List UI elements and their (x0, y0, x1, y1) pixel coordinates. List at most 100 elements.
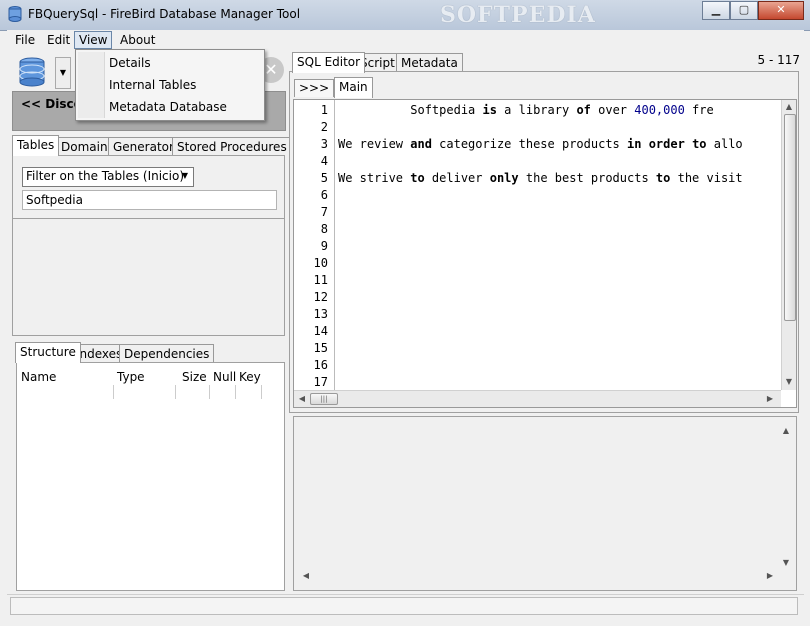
code-number: 400,000 (634, 103, 685, 117)
scroll-up-icon[interactable]: ▲ (780, 425, 792, 437)
line-number: 1 (320, 103, 328, 117)
minimize-button[interactable]: ▁ (702, 1, 730, 20)
line-number: 14 (313, 324, 328, 338)
database-icon (8, 6, 22, 22)
tab-tables[interactable]: Tables (12, 135, 60, 156)
structure-grid[interactable] (16, 362, 285, 591)
line-number: 15 (313, 341, 328, 355)
code-text: the best products (518, 171, 656, 185)
tables-list[interactable] (12, 218, 285, 336)
code-keyword: and (410, 137, 432, 151)
line-number-gutter: 1 2 3 4 5 6 7 8 9 10 11 12 13 14 15 16 1… (294, 100, 335, 390)
column-divider (235, 385, 236, 399)
tab-main[interactable]: Main (334, 77, 373, 98)
code-text: allo (706, 137, 743, 151)
line-number: 6 (320, 188, 328, 202)
line-number: 2 (320, 120, 328, 134)
tab-stored-procedures[interactable]: Stored Procedures (172, 137, 292, 156)
menu-item-metadata-database[interactable]: Metadata Database (109, 97, 227, 117)
editor-vertical-thumb[interactable] (784, 114, 796, 321)
code-keyword: order (648, 137, 685, 151)
menu-item-internal-tables[interactable]: Internal Tables (109, 75, 196, 95)
code-keyword: in (627, 137, 642, 151)
code-text: fre (684, 103, 714, 117)
expand-button[interactable]: >>> (294, 79, 335, 97)
menu-item-details[interactable]: Details (109, 53, 151, 73)
scroll-left-icon[interactable]: ◀ (300, 570, 312, 582)
code-keyword: only (489, 171, 519, 185)
code-keyword: to (692, 137, 707, 151)
code-line-5: We strive to deliver only the best produ… (338, 170, 782, 187)
tab-metadata[interactable]: Metadata (396, 53, 463, 72)
line-number: 8 (320, 222, 328, 236)
column-header-name[interactable]: Name (21, 369, 56, 385)
filter-input-value: Softpedia (26, 193, 83, 207)
column-header-size[interactable]: Size (182, 369, 207, 385)
line-number: 13 (313, 307, 328, 321)
code-text: categorize these products (431, 137, 628, 151)
line-number: 4 (320, 154, 328, 168)
code-keyword: to (655, 171, 671, 185)
editor-vertical-scrollbar[interactable]: ▲ ▼ (781, 100, 796, 390)
output-panel[interactable]: ▲ ▼ ◀ ▶ (293, 416, 797, 591)
maximize-button[interactable]: ▢ (730, 1, 758, 20)
scroll-left-icon[interactable]: ◀ (296, 393, 308, 405)
tab-dependencies[interactable]: Dependencies (119, 344, 215, 363)
view-dropdown-menu: Details Internal Tables Metadata Databas… (75, 49, 265, 121)
code-text: a library (496, 103, 577, 117)
tab-structure[interactable]: Structure (15, 342, 81, 363)
title-bar: FBQuerySql - FireBird Database Manager T… (0, 0, 810, 31)
connect-dropdown-arrow[interactable]: ▼ (55, 57, 71, 89)
window-title: FBQuerySql - FireBird Database Manager T… (28, 7, 301, 21)
column-header-null[interactable]: Null (213, 369, 236, 385)
code-keyword: of (576, 103, 591, 117)
scroll-down-icon[interactable]: ▼ (780, 557, 792, 569)
scroll-down-icon[interactable]: ▼ (783, 376, 795, 388)
code-text: Softpedia (338, 103, 483, 117)
line-number: 17 (313, 375, 328, 389)
status-field (10, 597, 798, 615)
column-divider (175, 385, 176, 399)
code-text: We review (338, 137, 411, 151)
cursor-position: 5 - 117 (757, 53, 801, 67)
filter-input[interactable]: Softpedia (22, 190, 277, 210)
filter-select[interactable]: Filter on the Tables (Inicio) ▼ (22, 167, 194, 187)
softpedia-watermark: SOFTPEDIA (440, 2, 596, 28)
column-divider (209, 385, 210, 399)
tab-sql-editor[interactable]: SQL Editor (292, 52, 366, 73)
column-divider (113, 385, 114, 399)
line-number: 16 (313, 358, 328, 372)
menu-about[interactable]: About (116, 32, 159, 48)
filter-select-value: Filter on the Tables (Inicio) (26, 169, 185, 183)
scroll-up-icon[interactable]: ▲ (783, 101, 795, 113)
code-text: We strive (338, 171, 411, 185)
code-text: over (590, 103, 635, 117)
scroll-right-icon[interactable]: ▶ (764, 570, 776, 582)
menu-view[interactable]: View (74, 31, 113, 49)
close-button[interactable]: ✕ (758, 1, 804, 20)
sql-editor[interactable]: 1 2 3 4 5 6 7 8 9 10 11 12 13 14 15 16 1… (293, 99, 797, 408)
editor-horizontal-scrollbar[interactable]: ◀ ||| ▶ (294, 390, 781, 407)
menu-file[interactable]: File (11, 32, 39, 48)
menu-icon-strip (78, 52, 105, 118)
column-header-key[interactable]: Key (239, 369, 261, 385)
menu-bar: File Edit View About (7, 30, 804, 49)
line-number: 7 (320, 205, 328, 219)
scroll-right-icon[interactable]: ▶ (764, 393, 776, 405)
editor-horizontal-thumb[interactable]: ||| (310, 393, 338, 405)
code-keyword: to (410, 171, 425, 185)
code-text: deliver (424, 171, 490, 185)
line-number: 9 (320, 239, 328, 253)
status-bar (7, 594, 804, 617)
database-connect-icon[interactable] (18, 57, 46, 87)
line-number: 3 (320, 137, 328, 151)
column-header-type[interactable]: Type (117, 369, 145, 385)
code-line-1: Softpedia is a library of over 400,000 f… (338, 102, 782, 119)
menu-edit[interactable]: Edit (43, 32, 74, 48)
chevron-down-icon: ▼ (181, 171, 189, 180)
line-number: 5 (320, 171, 328, 185)
code-line-3: We review and categorize these products … (338, 136, 782, 153)
line-number: 10 (313, 256, 328, 270)
line-number: 12 (313, 290, 328, 304)
